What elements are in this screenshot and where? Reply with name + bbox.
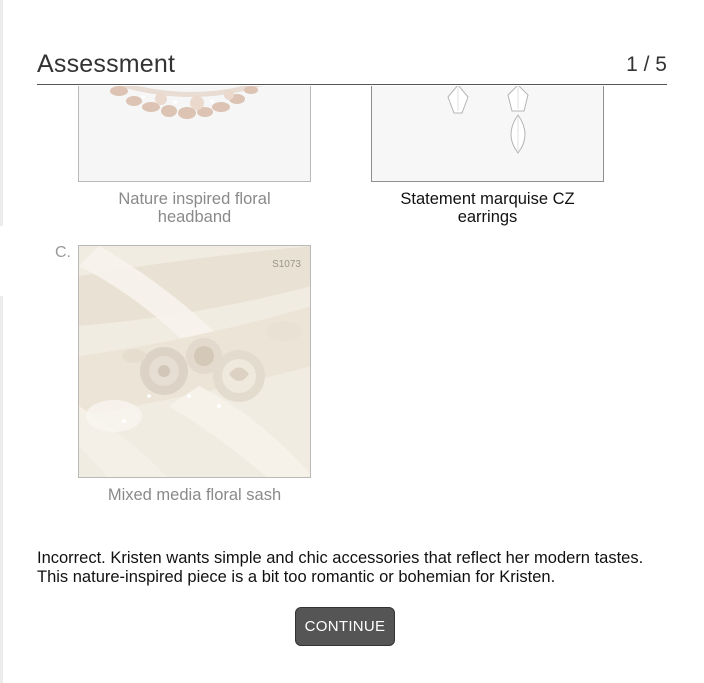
floral-headband-image: [110, 86, 262, 119]
option-a-image[interactable]: [78, 86, 311, 182]
feedback-message: Incorrect. Kristen wants simple and chic…: [37, 549, 644, 586]
left-edge-gap: [0, 226, 3, 296]
option-c-image[interactable]: S1073: [78, 245, 311, 478]
option-b-caption: Statement marquise CZ earrings: [400, 190, 575, 226]
left-edge-bar: [0, 0, 3, 683]
options-scroll-area[interactable]: Nature inspired floral headband Statemen…: [37, 86, 667, 526]
option-c-caption: Mixed media floral sash: [107, 486, 282, 504]
marquise-earrings-image: [447, 86, 529, 154]
page-title: Assessment: [37, 50, 176, 78]
continue-button[interactable]: CONTINUE: [295, 607, 395, 646]
assessment-header: Assessment 1 / 5: [37, 50, 667, 85]
product-code-label: S1073: [272, 259, 301, 270]
floral-sash-image: [79, 246, 310, 477]
question-progress: 1 / 5: [626, 53, 667, 76]
option-b-image[interactable]: [371, 86, 604, 182]
option-c-letter: C.: [55, 244, 71, 261]
option-a-caption: Nature inspired floral headband: [118, 190, 271, 226]
